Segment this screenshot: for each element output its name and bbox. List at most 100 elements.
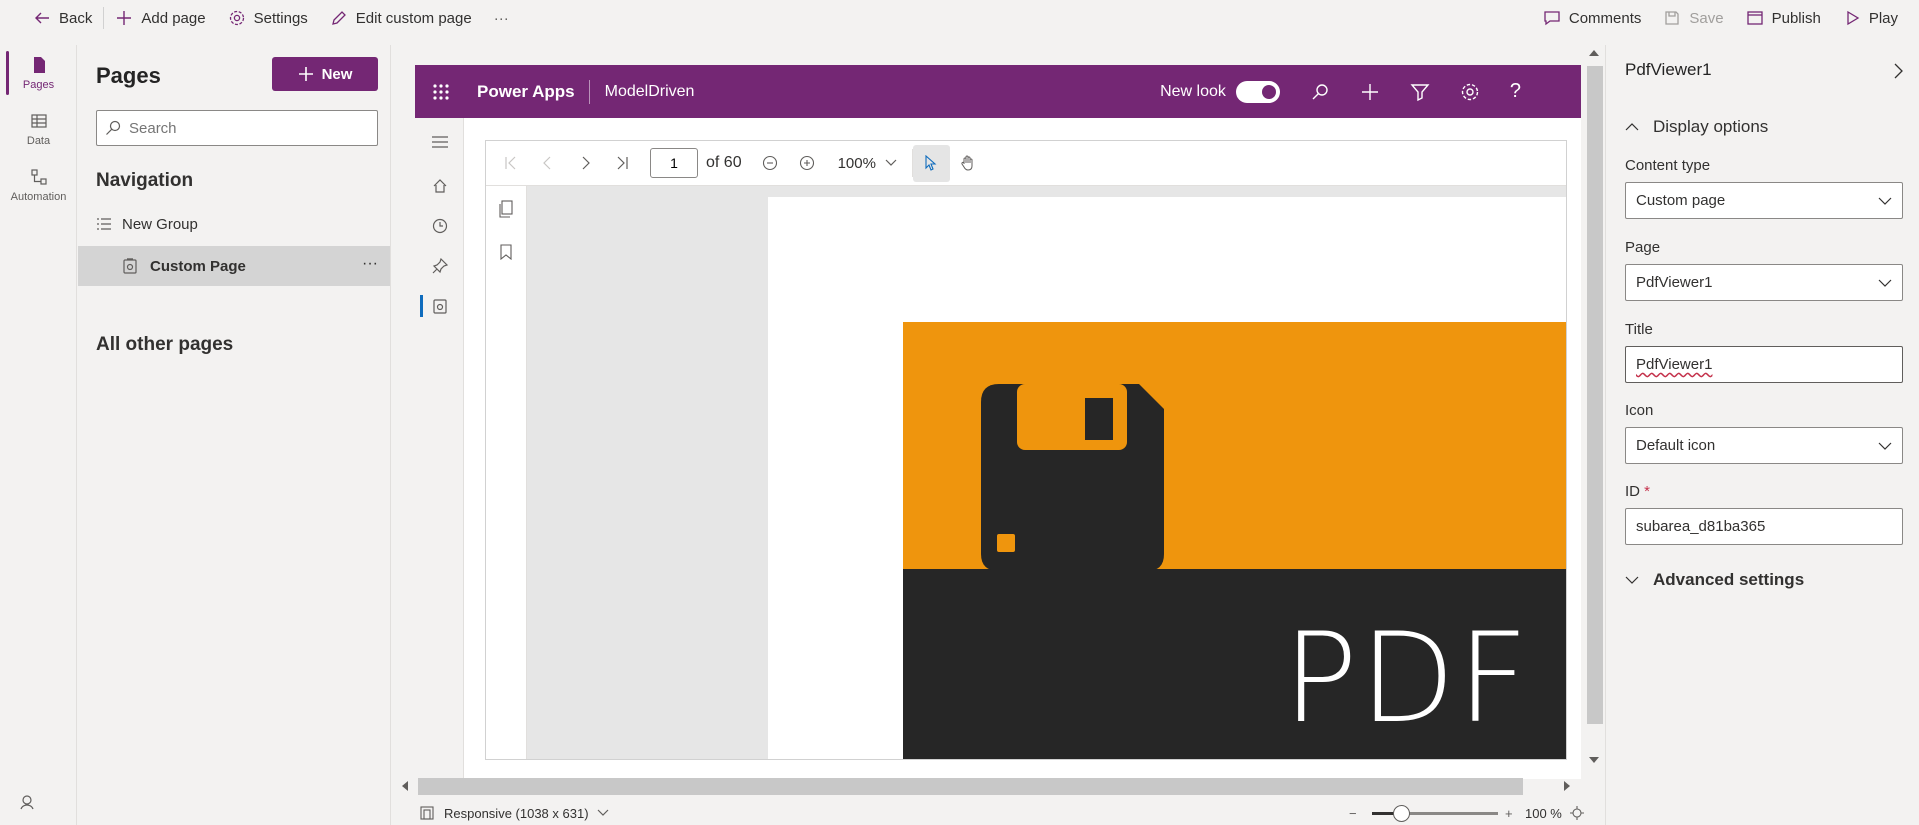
zoom-minus-button[interactable]: − [1349,806,1357,821]
page-dropdown[interactable]: PdfViewer1 [1625,264,1903,301]
rail-item-automation[interactable]: Automation [0,157,77,213]
responsive-icon [420,806,434,820]
horizontal-scroll-thumb[interactable] [418,778,1523,795]
pdf-toolbar: of 60 100% [486,141,1566,186]
id-label: ID * [1625,483,1651,500]
search-icon[interactable] [1310,82,1330,102]
nav-group-new-group[interactable]: New Group [78,204,390,244]
new-look-toggle[interactable] [1235,80,1280,103]
arrow-left-icon [33,9,51,27]
comment-icon [1543,9,1561,27]
chevron-right-icon[interactable] [1892,63,1904,79]
back-button[interactable]: Back [0,0,103,36]
zoom-percentage: 100 % [1525,805,1562,821]
hand-tool-button[interactable] [950,145,987,182]
play-icon [1843,9,1861,27]
page-count: of 60 [706,154,742,171]
scroll-right-icon[interactable] [1564,781,1570,791]
horizontal-scrollbar[interactable] [392,773,1604,795]
display-options-header[interactable]: Display options [1625,117,1768,137]
publish-icon [1746,9,1764,27]
home-icon[interactable] [415,166,464,206]
app-launcher-icon[interactable] [415,83,467,101]
pdf-page: PDF [768,197,1566,759]
pin-icon[interactable] [415,246,464,286]
pdf-sidebar [486,186,527,759]
icon-dropdown[interactable]: Default icon [1625,427,1903,464]
list-icon [96,216,112,232]
flow-icon [30,168,48,186]
select-tool-button[interactable] [912,144,950,182]
plus-icon[interactable] [1360,82,1380,102]
recent-icon[interactable] [415,206,464,246]
add-page-button[interactable]: Add page [104,0,216,36]
rail-item-pages[interactable]: Pages [0,45,77,101]
comments-button[interactable]: Comments [1532,0,1653,36]
vertical-scroll-thumb[interactable] [1587,66,1603,724]
table-icon [30,112,48,130]
content-type-dropdown[interactable]: Custom page [1625,182,1903,219]
scroll-left-icon[interactable] [402,781,408,791]
new-page-button[interactable]: New [272,57,378,91]
nav-item-custom-page[interactable]: Custom Page ··· [78,246,390,286]
gear-icon[interactable] [1460,82,1480,102]
zoom-in-button[interactable] [789,145,826,182]
copilot-icon[interactable] [18,793,36,811]
vertical-scrollbar[interactable] [1583,45,1604,769]
search-box[interactable] [96,110,378,146]
last-page-button[interactable] [603,145,640,182]
title-label: Title [1625,321,1653,338]
chevron-down-icon[interactable] [597,807,609,819]
icon-label: Icon [1625,402,1654,419]
hamburger-icon[interactable] [415,118,464,166]
app-brand: Power Apps [477,81,575,101]
filter-icon[interactable] [1410,82,1430,102]
thumbnails-icon[interactable] [498,200,514,218]
pdf-viewer: of 60 100% [485,140,1567,760]
page-icon [30,56,48,74]
scroll-up-icon[interactable] [1589,50,1599,56]
layout-selector[interactable]: Responsive (1038 x 631) [444,806,589,821]
chevron-down-icon[interactable] [884,156,898,170]
floppy-disk-icon [981,384,1164,571]
bookmark-icon[interactable] [499,244,513,260]
more-options-button[interactable]: ··· [362,255,378,273]
navigation-heading: Navigation [96,170,194,191]
canvas-footer: Responsive (1038 x 631) − + 100 % [392,801,1604,825]
fit-to-screen-icon[interactable] [1570,806,1584,820]
help-icon[interactable]: ? [1510,80,1521,103]
previous-page-button[interactable] [529,145,566,182]
save-button[interactable]: Save [1652,0,1734,36]
zoom-slider-thumb[interactable] [1393,805,1410,822]
zoom-out-button[interactable] [752,145,789,182]
required-marker: * [1644,483,1651,500]
search-icon [105,120,121,136]
gear-icon [228,9,246,27]
advanced-settings-header[interactable]: Advanced settings [1625,570,1804,590]
play-button[interactable]: Play [1832,0,1909,36]
app-sitemap [415,118,464,779]
page-number-input[interactable] [650,148,698,178]
zoom-slider[interactable] [1372,805,1498,822]
chevron-down-icon [1878,194,1892,208]
all-other-pages-heading: All other pages [96,334,234,355]
pages-title: Pages [96,63,161,88]
settings-button[interactable]: Settings [217,0,319,36]
rail-item-data[interactable]: Data [0,101,77,157]
title-input[interactable]: PdfViewer1 [1625,346,1903,383]
zoom-plus-button[interactable]: + [1505,806,1513,821]
zoom-level[interactable]: 100% [838,155,876,172]
publish-button[interactable]: Publish [1735,0,1832,36]
scroll-down-icon[interactable] [1589,757,1599,763]
search-input[interactable] [129,119,369,137]
plus-icon [115,9,133,27]
first-page-button[interactable] [492,145,529,182]
id-input[interactable]: subarea_d81ba365 [1625,508,1903,545]
custom-page-nav-icon[interactable] [415,286,464,326]
page-label: Page [1625,239,1661,256]
app-name: ModelDriven [604,82,695,100]
save-icon [1663,9,1681,27]
edit-custom-page-button[interactable]: Edit custom page [319,0,483,36]
more-commands-button[interactable]: ··· [483,0,520,36]
next-page-button[interactable] [566,145,603,182]
